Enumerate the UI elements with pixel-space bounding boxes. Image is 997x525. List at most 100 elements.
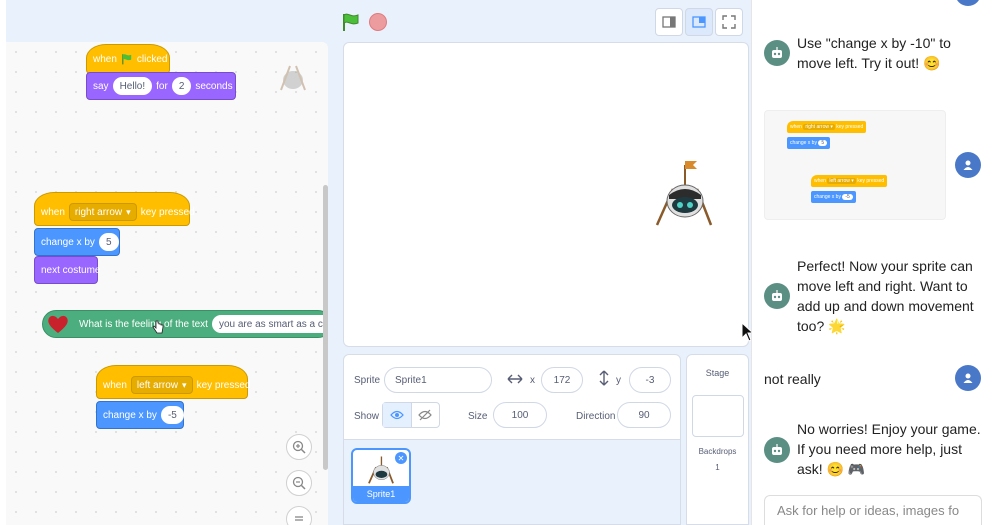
backdrop-thumbnail[interactable] — [692, 395, 744, 437]
mini-text: when — [814, 178, 826, 184]
for-text: for — [156, 80, 168, 92]
bot-message: Perfect! Now your sprite can move left a… — [797, 258, 974, 334]
mini-text: key pressed — [836, 124, 864, 130]
mini-change-block: change x by -5 — [811, 191, 856, 203]
size-input[interactable]: 100 — [493, 402, 547, 428]
hand-cursor-icon — [152, 320, 164, 339]
show-hidden-icon[interactable] — [412, 403, 440, 427]
next-costume-block[interactable]: next costume — [34, 256, 101, 284]
seconds-text: seconds — [195, 80, 233, 92]
user-message: not really — [764, 371, 821, 387]
stage-selector-pane[interactable]: Stage Backdrops 1 — [686, 354, 749, 525]
bot-avatar-icon — [764, 437, 790, 463]
delete-sprite-icon[interactable]: ✕ — [395, 452, 407, 464]
sprite-info-pane: Sprite Sprite1 x 172 y -3 Show Size 100 … — [343, 354, 681, 525]
heart-icon — [45, 311, 71, 337]
change-x-input[interactable]: 5 — [98, 233, 119, 251]
text-feeling-block[interactable]: What is the feeling of the text you are … — [42, 310, 328, 338]
mini-text: key pressed — [857, 178, 885, 184]
sprite-name-input[interactable]: Sprite1 — [384, 367, 492, 393]
when-text: when — [41, 206, 65, 218]
fullscreen-icon[interactable] — [715, 8, 743, 36]
backdrops-label: Backdrops — [698, 447, 737, 456]
mini-when-block: when right arrow ▾ key pressed — [787, 121, 867, 133]
sprite-list: ✕ Sprite1 — [344, 439, 680, 524]
scratch-editor: when clicked say Hello! for 2 seconds wh… — [6, 0, 751, 525]
show-label: Show — [354, 411, 380, 422]
user-avatar-icon — [955, 365, 981, 391]
bot-avatar-icon — [764, 283, 790, 309]
user-avatar — [955, 0, 981, 6]
sprite-tile[interactable]: ✕ Sprite1 — [351, 448, 411, 504]
green-flag-icon — [121, 53, 133, 65]
y-label: y — [616, 375, 621, 386]
change-x-left-input[interactable]: -5 — [160, 406, 184, 424]
robot-sprite[interactable] — [649, 155, 719, 231]
green-flag-icon[interactable] — [341, 12, 361, 32]
user-avatar-icon — [955, 152, 981, 178]
key-dropdown[interactable]: right arrow — [68, 203, 137, 221]
app-root: when clicked say Hello! for 2 seconds wh… — [0, 0, 997, 525]
mini-text: change x by — [790, 140, 817, 146]
y-arrows-icon — [599, 370, 609, 391]
say-text: say — [93, 80, 109, 92]
bot-message: No worries! Enjoy your game. If you need… — [797, 421, 981, 477]
sprite-label: Sprite — [354, 375, 381, 386]
small-stage-icon[interactable] — [655, 8, 683, 36]
zoom-reset-icon[interactable] — [286, 506, 312, 525]
change-x-block[interactable]: change x by 5 — [34, 228, 120, 256]
mini-text: change x by — [814, 194, 841, 200]
bot-avatar-icon — [764, 40, 790, 66]
when-left-key-pressed-block[interactable]: when left arrow key pressed — [96, 365, 251, 399]
sprite-tile-name: Sprite1 — [353, 486, 409, 502]
key-pressed-text: key pressed — [196, 379, 251, 391]
bot-message: Use "change x by -10" to move left. Try … — [797, 35, 951, 71]
direction-label: Direction — [576, 411, 616, 422]
x-input[interactable]: 172 — [541, 367, 583, 393]
code-scrollbar[interactable] — [323, 185, 328, 470]
mini-when-block: when left arrow ▾ key pressed — [811, 175, 888, 187]
change-x-text: change x by — [103, 409, 157, 421]
say-for-secs-block[interactable]: say Hello! for 2 seconds — [86, 72, 236, 100]
when-text: when — [103, 379, 127, 391]
y-input[interactable]: -3 — [629, 367, 671, 393]
mini-text: 5 — [818, 140, 828, 146]
left-key-dropdown[interactable]: left arrow — [130, 376, 193, 394]
size-label: Size — [468, 411, 488, 422]
hat-clicked-text: clicked — [136, 53, 168, 65]
stop-icon[interactable] — [369, 13, 387, 31]
when-flag-clicked-block[interactable]: when clicked — [86, 44, 170, 74]
key-pressed-text: key pressed — [140, 206, 195, 218]
hat-when-text: when — [93, 53, 117, 65]
x-arrows-icon — [507, 372, 523, 390]
feeling-question-text: What is the feeling of the text — [79, 318, 208, 330]
code-area[interactable]: when clicked say Hello! for 2 seconds wh… — [6, 42, 328, 525]
say-message-input[interactable]: Hello! — [112, 77, 153, 95]
zoom-in-icon[interactable] — [286, 434, 312, 460]
change-x-left-block[interactable]: change x by -5 — [96, 401, 184, 429]
change-x-text: change x by — [41, 236, 95, 248]
say-secs-input[interactable]: 2 — [171, 77, 192, 95]
next-costume-text: next costume — [41, 264, 101, 276]
when-key-pressed-block[interactable]: when right arrow key pressed — [34, 192, 195, 226]
backdrops-count: 1 — [715, 463, 720, 472]
zoom-out-icon[interactable] — [286, 470, 312, 496]
chat-code-image: when right arrow ▾ key pressed change x … — [764, 110, 946, 220]
mini-text: right arrow ▾ — [803, 124, 835, 130]
mini-change-block: change x by 5 — [787, 137, 831, 149]
normal-stage-icon[interactable] — [685, 8, 713, 36]
feeling-text-input[interactable]: you are as smart as a can — [211, 315, 328, 333]
x-label: x — [530, 375, 535, 386]
chat-panel: Use "change x by -10" to move left. Try … — [751, 0, 997, 525]
sprite-ghost-icon — [276, 60, 310, 94]
show-toggle — [382, 402, 440, 428]
show-visible-icon[interactable] — [383, 403, 412, 427]
stage-canvas[interactable] — [343, 42, 749, 347]
stage-title: Stage — [705, 368, 730, 378]
direction-input[interactable]: 90 — [617, 402, 671, 428]
mini-text: -5 — [842, 194, 853, 200]
stage-topbar — [6, 0, 751, 42]
chat-input[interactable]: Ask for help or ideas, images fo — [764, 495, 982, 525]
mini-text: when — [790, 124, 802, 130]
mini-text: left arrow ▾ — [827, 178, 856, 184]
